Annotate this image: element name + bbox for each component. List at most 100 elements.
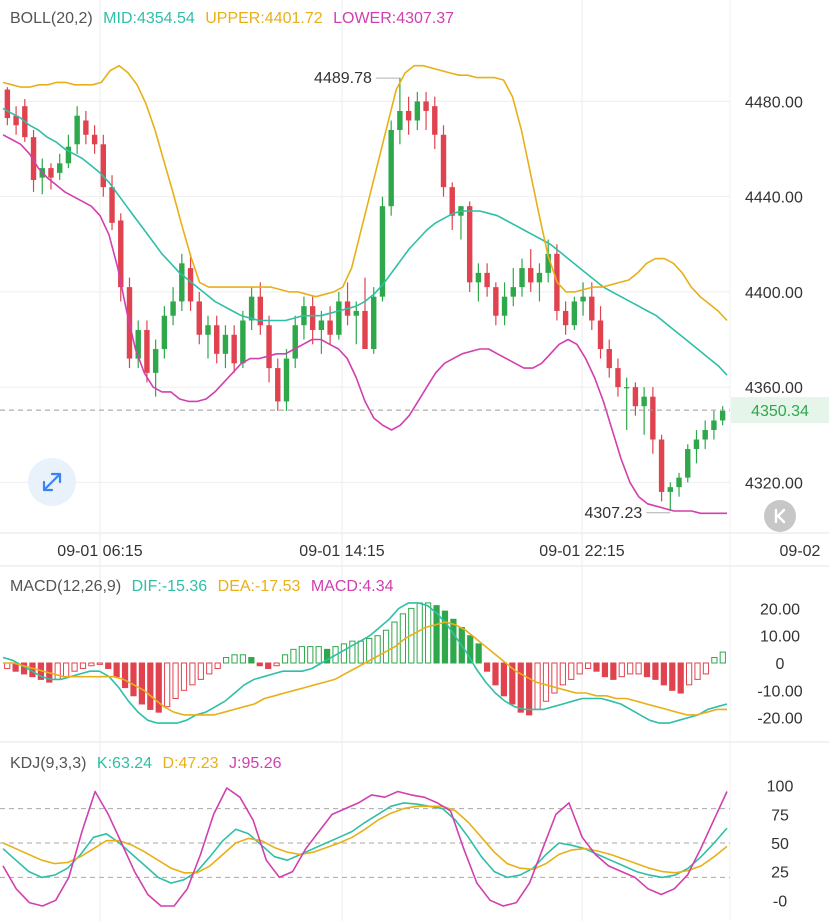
macd-bar-negative <box>113 662 120 678</box>
expand-button[interactable] <box>28 458 76 506</box>
min-price-label: 4307.23 <box>584 505 642 522</box>
candle-body-up <box>676 477 682 488</box>
macd-bar-negative <box>483 662 491 672</box>
main-y-tick-label: 4320.00 <box>745 475 803 492</box>
macd-legend: MACD(12,26,9) DIF:-15.36 DEA:-17.53 MACD… <box>10 578 400 596</box>
kdj-y-tick-label: 75 <box>771 807 789 824</box>
macd-bar-positive <box>425 602 432 664</box>
candle-body-down <box>466 206 473 283</box>
macd-bar-positive <box>711 657 718 664</box>
candle-body-down <box>493 287 499 316</box>
candle-body-down <box>449 187 455 216</box>
candle-body-up <box>74 115 80 145</box>
kline-chart[interactable]: 4480.00 4440.00 4400.00 4360.00 4320.00 09-01… <box>0 0 829 921</box>
macd-bar-negative <box>164 662 171 708</box>
macd-bar-negative <box>4 662 11 669</box>
macd-bar-positive <box>374 635 381 664</box>
candle-body-down <box>327 320 333 335</box>
macd-bar-positive <box>719 651 726 664</box>
macd-bar-positive <box>307 646 314 664</box>
macd-bar-negative <box>618 662 625 678</box>
boll-legend: BOLL(20,2) MID:4354.54 UPPER:4401.72 LOW… <box>10 10 460 28</box>
collapse-button[interactable] <box>764 500 796 532</box>
candle-body-down <box>432 106 438 135</box>
candle-body-up <box>56 163 63 173</box>
candle-body-up <box>475 272 482 283</box>
kdj-legend: KDJ(9,3,3) K:63.24 D:47.23 J:95.26 <box>10 755 288 773</box>
macd-bar-positive <box>290 648 297 664</box>
candle-body-up <box>170 301 176 316</box>
kdj-legend-d: D:47.23 <box>162 755 219 772</box>
candle-body-up <box>179 263 185 302</box>
macd-bar-negative <box>121 662 129 689</box>
candle-body-down <box>48 168 54 178</box>
macd-bar-positive <box>441 610 449 664</box>
macd-bar-negative <box>206 662 213 675</box>
candle-body-up <box>353 310 359 316</box>
candle-body-down <box>606 349 612 369</box>
macd-bar-negative <box>593 662 600 672</box>
kdj-y-tick-label: 100 <box>767 779 794 796</box>
macd-bar-negative <box>601 662 609 678</box>
main-y-tick-label: 4360.00 <box>745 380 803 397</box>
macd-bar-negative <box>677 662 684 694</box>
macd-y-tick-label: -10.00 <box>757 683 802 700</box>
macd-bar-negative <box>500 662 508 697</box>
main-y-tick-label: 4400.00 <box>745 285 803 302</box>
candle-body-up <box>388 130 394 207</box>
macd-bar-negative <box>669 662 676 691</box>
macd-bar-negative <box>265 662 272 669</box>
candle-body-down <box>589 296 595 321</box>
macd-bar-negative <box>256 662 263 667</box>
macd-bar-negative <box>643 662 651 678</box>
candle-body-up <box>336 301 342 335</box>
last-price-label: 4350.34 <box>751 403 809 420</box>
macd-bar-negative <box>172 662 179 699</box>
macd-bar-positive <box>281 654 289 664</box>
candle-body-down <box>440 134 447 188</box>
candle-body-down <box>632 387 639 407</box>
macd-legend-macd: MACD:4.34 <box>310 578 394 595</box>
candle-body-down <box>650 396 656 440</box>
macd-bar-negative <box>559 662 566 686</box>
macd-bar-negative <box>517 662 524 713</box>
candle-body-down <box>196 301 202 335</box>
candle-body-up <box>397 110 403 130</box>
macd-bar-negative <box>88 662 95 667</box>
kdj-y-tick-label: -0 <box>773 893 787 910</box>
candle-body-up <box>702 430 708 440</box>
macd-y-tick-label: -20.00 <box>757 711 802 728</box>
macd-bar-positive <box>248 657 255 664</box>
macd-bar-negative <box>686 662 693 686</box>
macd-legend-label: MACD(12,26,9) <box>10 578 122 595</box>
candle-body-up <box>161 315 168 350</box>
macd-bar-negative <box>138 662 146 705</box>
macd-bar-negative <box>147 662 154 710</box>
macd-bar-negative <box>694 662 701 680</box>
macd-bar-negative <box>635 662 642 675</box>
macd-bar-negative <box>551 662 558 694</box>
macd-bar-positive <box>298 646 305 664</box>
candle-body-up <box>510 287 516 297</box>
candle-body-up <box>240 320 246 364</box>
candle-body-down <box>484 272 490 288</box>
candle-body-down <box>91 134 98 145</box>
macd-bar-negative <box>214 662 221 669</box>
candle-body-down <box>187 268 194 302</box>
candle-body-down <box>4 89 11 119</box>
macd-bar-negative <box>71 662 78 672</box>
boll-legend-mid: MID:4354.54 <box>103 10 195 27</box>
expand-arrows-icon <box>42 472 62 492</box>
macd-y-tick-label: 20.00 <box>760 601 800 618</box>
candle-body-down <box>562 310 569 326</box>
macd-bar-negative <box>568 662 575 680</box>
candle-body-down <box>214 325 220 354</box>
macd-bar-negative <box>534 662 541 710</box>
macd-bar-positive <box>340 643 348 664</box>
macd-y-tick-label: 0 <box>776 656 785 673</box>
candle-body-down <box>423 101 429 111</box>
macd-bar-negative <box>526 662 533 716</box>
macd-bar-negative <box>63 662 70 678</box>
candle-body-down <box>231 334 237 364</box>
candle-body-up <box>152 349 159 373</box>
